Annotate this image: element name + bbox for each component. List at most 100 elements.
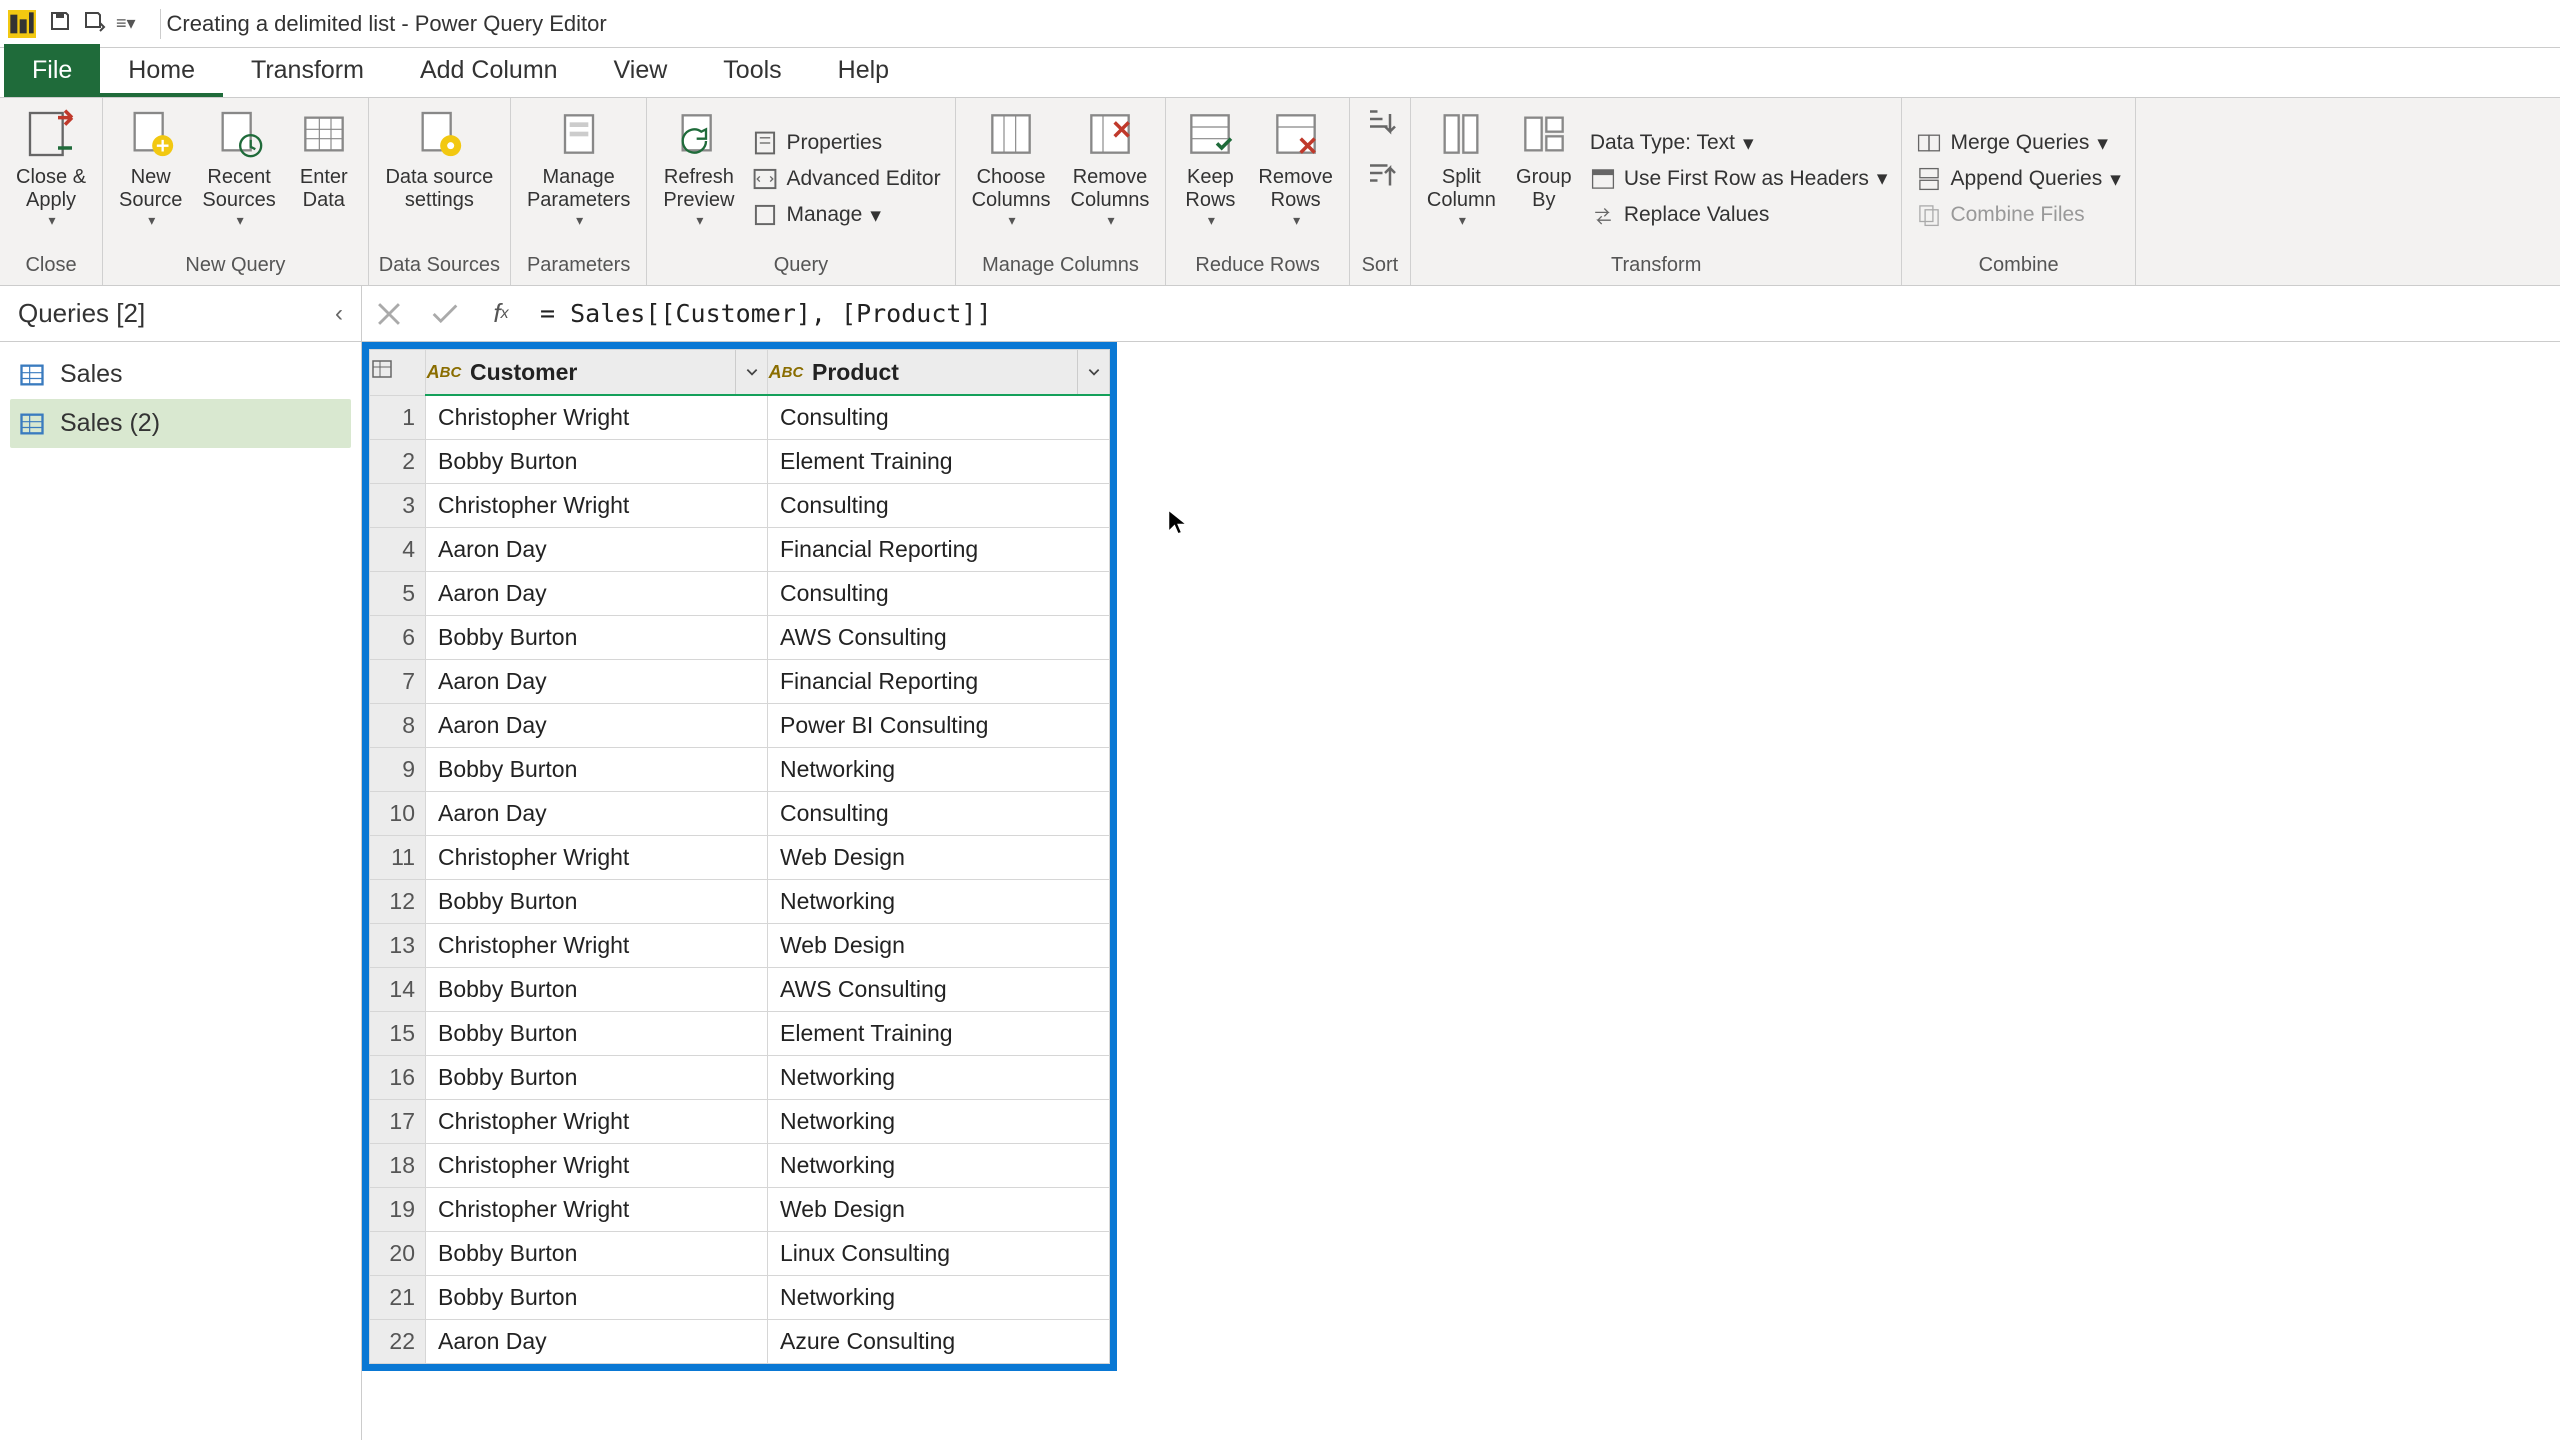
cell[interactable]: Bobby Burton	[426, 1275, 768, 1319]
cell[interactable]: Networking	[768, 879, 1110, 923]
cell[interactable]: Christopher Wright	[426, 395, 768, 439]
row-number[interactable]: 3	[370, 483, 426, 527]
tab-file[interactable]: File	[4, 44, 100, 97]
table-row[interactable]: 15Bobby BurtonElement Training	[370, 1011, 1110, 1055]
cell[interactable]: Web Design	[768, 923, 1110, 967]
table-row[interactable]: 16Bobby BurtonNetworking	[370, 1055, 1110, 1099]
cell[interactable]: Element Training	[768, 1011, 1110, 1055]
row-number[interactable]: 4	[370, 527, 426, 571]
table-row[interactable]: 10Aaron DayConsulting	[370, 791, 1110, 835]
qat-dropdown-icon[interactable]: ≡▾	[116, 13, 136, 34]
table-row[interactable]: 4Aaron DayFinancial Reporting	[370, 527, 1110, 571]
row-number[interactable]: 9	[370, 747, 426, 791]
row-number[interactable]: 2	[370, 439, 426, 483]
tab-transform[interactable]: Transform	[223, 46, 392, 97]
data-type-dropdown[interactable]: Data Type: Text ▾	[1586, 129, 1892, 158]
row-number[interactable]: 16	[370, 1055, 426, 1099]
cell[interactable]: Aaron Day	[426, 703, 768, 747]
enter-data-button[interactable]: Enter Data	[290, 104, 358, 214]
row-number[interactable]: 8	[370, 703, 426, 747]
cell[interactable]: Bobby Burton	[426, 1011, 768, 1055]
split-column-button[interactable]: Split Column▾	[1421, 104, 1502, 231]
row-number[interactable]: 6	[370, 615, 426, 659]
cell[interactable]: AWS Consulting	[768, 615, 1110, 659]
remove-rows-button[interactable]: Remove Rows▾	[1252, 104, 1338, 231]
cell[interactable]: Bobby Burton	[426, 1055, 768, 1099]
cell[interactable]: Christopher Wright	[426, 923, 768, 967]
cell[interactable]: Networking	[768, 1055, 1110, 1099]
keep-rows-button[interactable]: Keep Rows▾	[1176, 104, 1244, 231]
cell[interactable]: Linux Consulting	[768, 1231, 1110, 1275]
cell[interactable]: Bobby Burton	[426, 967, 768, 1011]
cell[interactable]: Networking	[768, 1275, 1110, 1319]
sort-asc-button[interactable]	[1360, 104, 1400, 148]
table-row[interactable]: 5Aaron DayConsulting	[370, 571, 1110, 615]
row-number[interactable]: 14	[370, 967, 426, 1011]
cell[interactable]: Christopher Wright	[426, 483, 768, 527]
queries-panel-header[interactable]: Queries [2] ‹	[0, 286, 362, 341]
table-row[interactable]: 7Aaron DayFinancial Reporting	[370, 659, 1110, 703]
table-row[interactable]: 9Bobby BurtonNetworking	[370, 747, 1110, 791]
row-number[interactable]: 15	[370, 1011, 426, 1055]
data-source-settings-button[interactable]: Data source settings	[379, 104, 499, 214]
formula-text[interactable]: = Sales[[Customer], [Product]]	[540, 299, 992, 328]
cell[interactable]: Bobby Burton	[426, 879, 768, 923]
row-number[interactable]: 21	[370, 1275, 426, 1319]
query-item-sales[interactable]: Sales	[10, 350, 351, 399]
fx-icon[interactable]: fx	[484, 297, 518, 331]
choose-columns-button[interactable]: Choose Columns▾	[966, 104, 1057, 231]
close-apply-button[interactable]: Close & Apply▾	[10, 104, 92, 231]
cell[interactable]: Networking	[768, 747, 1110, 791]
properties-button[interactable]: Properties	[748, 128, 944, 158]
query-item-sales-2-[interactable]: Sales (2)	[10, 399, 351, 448]
row-number[interactable]: 13	[370, 923, 426, 967]
cell[interactable]: Aaron Day	[426, 659, 768, 703]
column-header-customer[interactable]: ABCCustomer	[426, 350, 768, 396]
cell[interactable]: Networking	[768, 1143, 1110, 1187]
tab-add-column[interactable]: Add Column	[392, 46, 586, 97]
remove-columns-button[interactable]: Remove Columns▾	[1065, 104, 1156, 231]
row-number[interactable]: 5	[370, 571, 426, 615]
column-filter-dropdown[interactable]	[1077, 350, 1109, 394]
recent-sources-button[interactable]: Recent Sources▾	[196, 104, 281, 231]
row-number[interactable]: 12	[370, 879, 426, 923]
row-number[interactable]: 11	[370, 835, 426, 879]
column-header-product[interactable]: ABCProduct	[768, 350, 1110, 396]
row-number[interactable]: 19	[370, 1187, 426, 1231]
manage-parameters-button[interactable]: Manage Parameters▾	[521, 104, 636, 231]
merge-queries-button[interactable]: Merge Queries ▾	[1912, 128, 2124, 158]
table-row[interactable]: 11Christopher WrightWeb Design	[370, 835, 1110, 879]
table-row[interactable]: 21Bobby BurtonNetworking	[370, 1275, 1110, 1319]
cell[interactable]: Christopher Wright	[426, 835, 768, 879]
table-row[interactable]: 18Christopher WrightNetworking	[370, 1143, 1110, 1187]
row-number[interactable]: 22	[370, 1319, 426, 1363]
cell[interactable]: Consulting	[768, 395, 1110, 439]
table-row[interactable]: 20Bobby BurtonLinux Consulting	[370, 1231, 1110, 1275]
cell[interactable]: Aaron Day	[426, 571, 768, 615]
first-row-headers-button[interactable]: Use First Row as Headers ▾	[1586, 164, 1892, 194]
cell[interactable]: Christopher Wright	[426, 1143, 768, 1187]
cell[interactable]: Financial Reporting	[768, 527, 1110, 571]
tab-home[interactable]: Home	[100, 46, 223, 97]
table-row[interactable]: 1Christopher WrightConsulting	[370, 395, 1110, 439]
cell[interactable]: Bobby Burton	[426, 439, 768, 483]
cell[interactable]: Bobby Burton	[426, 1231, 768, 1275]
table-row[interactable]: 14Bobby BurtonAWS Consulting	[370, 967, 1110, 1011]
data-grid[interactable]: ABCCustomerABCProduct 1Christopher Wrigh…	[369, 349, 1110, 1364]
sort-desc-button[interactable]	[1360, 158, 1400, 202]
cell[interactable]: Azure Consulting	[768, 1319, 1110, 1363]
cell[interactable]: Bobby Burton	[426, 747, 768, 791]
table-row[interactable]: 2Bobby BurtonElement Training	[370, 439, 1110, 483]
row-number[interactable]: 17	[370, 1099, 426, 1143]
column-filter-dropdown[interactable]	[735, 350, 767, 394]
tab-view[interactable]: View	[586, 46, 696, 97]
table-row[interactable]: 3Christopher WrightConsulting	[370, 483, 1110, 527]
group-by-button[interactable]: Group By	[1510, 104, 1578, 214]
replace-values-button[interactable]: Replace Values	[1586, 200, 1892, 230]
cancel-formula-icon[interactable]	[372, 297, 406, 331]
cell[interactable]: Christopher Wright	[426, 1187, 768, 1231]
table-row[interactable]: 6Bobby BurtonAWS Consulting	[370, 615, 1110, 659]
row-number[interactable]: 10	[370, 791, 426, 835]
cell[interactable]: Consulting	[768, 483, 1110, 527]
refresh-preview-button[interactable]: Refresh Preview▾	[657, 104, 740, 231]
